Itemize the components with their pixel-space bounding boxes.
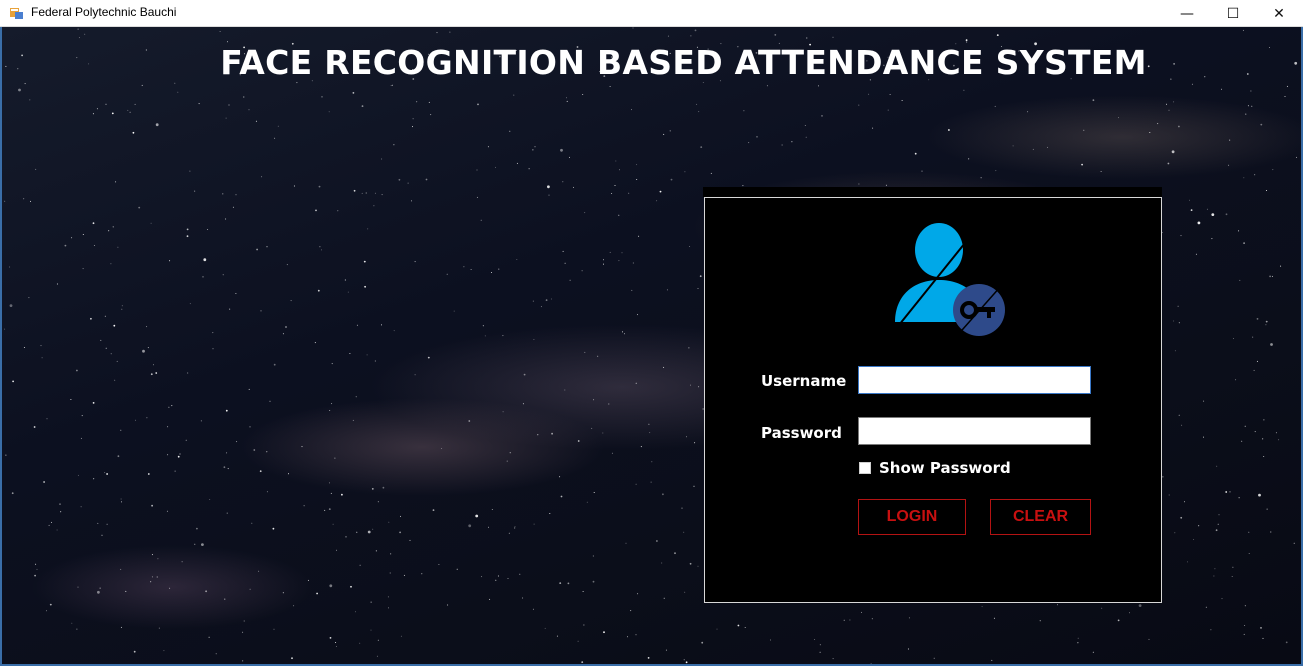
maximize-button[interactable]: ☐	[1210, 0, 1256, 27]
login-button[interactable]: LOGIN	[858, 499, 966, 535]
background-starfield: FACE RECOGNITION BASED ATTENDANCE SYSTEM…	[0, 27, 1303, 666]
maximize-icon: ☐	[1226, 5, 1240, 22]
close-button[interactable]: ✕	[1256, 0, 1302, 27]
minimize-icon: —	[1180, 5, 1194, 22]
password-input[interactable]	[858, 417, 1091, 445]
login-panel: Username Password Show Password LOGIN CL…	[704, 197, 1162, 603]
app-icon	[10, 8, 23, 19]
show-password-checkbox[interactable]: Show Password	[859, 459, 1011, 477]
title-bar[interactable]: Federal Polytechnic Bauchi — ☐ ✕	[0, 0, 1303, 27]
show-password-label[interactable]: Show Password	[879, 459, 1011, 477]
login-panel-header	[703, 187, 1162, 197]
password-label: Password	[761, 424, 842, 442]
page-title: FACE RECOGNITION BASED ATTENDANCE SYSTEM	[220, 43, 1147, 82]
minimize-button[interactable]: —	[1164, 0, 1210, 27]
clear-button[interactable]: CLEAR	[990, 499, 1091, 535]
app-window: Federal Polytechnic Bauchi — ☐ ✕ FACE RE…	[0, 0, 1303, 666]
window-title: Federal Polytechnic Bauchi	[31, 5, 177, 19]
username-input[interactable]	[858, 366, 1091, 394]
username-label: Username	[761, 372, 847, 390]
checkbox-box[interactable]	[859, 462, 871, 474]
user-key-icon	[894, 223, 1005, 339]
close-icon: ✕	[1273, 5, 1285, 22]
